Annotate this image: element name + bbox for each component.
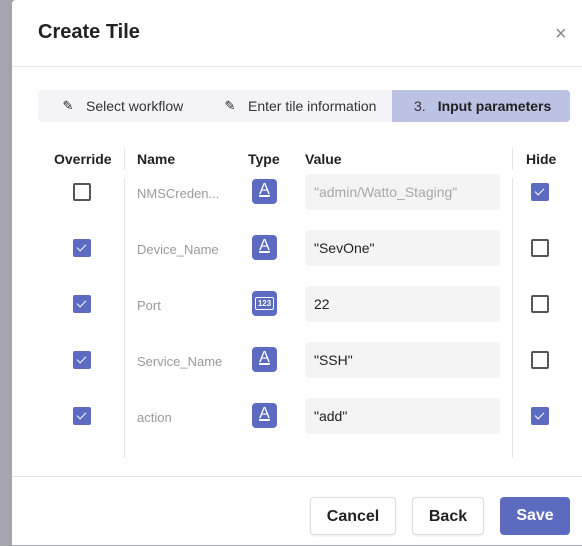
hide-checkbox[interactable] [531,351,549,369]
step-number: 3. [414,98,426,114]
create-tile-dialog: Create Tile × ✎ Select workflow ✎ Enter … [12,0,582,545]
divider [512,290,513,346]
stepper: ✎ Select workflow ✎ Enter tile informati… [38,90,570,122]
override-checkbox[interactable] [73,183,91,201]
type-badge: A [252,403,277,428]
cancel-button[interactable]: Cancel [310,497,396,535]
param-name: action [137,410,172,425]
type-badge: A [252,235,277,260]
dialog-footer: Cancel Back Save [12,476,582,546]
divider [124,346,125,402]
hide-checkbox[interactable] [531,183,549,201]
header-value: Value [305,151,342,167]
table-row: Port 123 22 [38,286,578,346]
divider [124,148,125,170]
value-input[interactable]: "SevOne" [305,230,500,266]
table-row: NMSCreden... A "admin/Watto_Staging" [38,174,578,234]
table-row: action A "add" [38,398,578,458]
header-hide: Hide [526,151,557,167]
param-name: Port [137,298,161,313]
header-type: Type [248,151,280,167]
type-badge: 123 [252,291,277,316]
save-button[interactable]: Save [500,497,570,535]
hide-checkbox[interactable] [531,239,549,257]
text-type-icon: A [259,181,270,198]
divider [512,346,513,402]
divider [512,402,513,458]
divider [124,402,125,458]
value-input[interactable]: "add" [305,398,500,434]
step-label: Select workflow [86,98,184,114]
dialog-title: Create Tile [38,21,140,43]
header-name: Name [137,151,176,167]
text-type-icon: A [259,237,270,254]
param-name: Device_Name [137,242,219,257]
value-input[interactable]: "SSH" [305,342,500,378]
step-label: Enter tile information [248,98,377,114]
hide-checkbox[interactable] [531,407,549,425]
pencil-icon: ✎ [224,98,236,113]
table-row: Device_Name A "SevOne" [38,230,578,290]
value-input[interactable]: 22 [305,286,500,322]
param-name: Service_Name [137,354,223,369]
table-header: Override Name Type Value Hide [38,140,578,178]
header-override: Override [54,151,112,167]
divider [124,234,125,290]
divider [512,178,513,234]
step-enter-tile-information[interactable]: ✎ Enter tile information [200,90,392,122]
hide-checkbox[interactable] [531,295,549,313]
override-checkbox[interactable] [73,295,91,313]
step-label: Input parameters [437,98,552,114]
table-row: Service_Name A "SSH" [38,342,578,402]
step-input-parameters[interactable]: 3. Input parameters [392,90,570,122]
divider [124,178,125,234]
override-checkbox[interactable] [73,351,91,369]
param-name: NMSCreden... [137,186,220,201]
step-select-workflow[interactable]: ✎ Select workflow [38,90,200,122]
override-checkbox[interactable] [73,407,91,425]
type-badge: A [252,179,277,204]
parameters-table: Override Name Type Value Hide NMSCreden.… [38,140,578,458]
number-type-icon: 123 [254,297,275,310]
override-checkbox[interactable] [73,239,91,257]
pencil-icon: ✎ [62,98,74,113]
type-badge: A [252,347,277,372]
divider [512,234,513,290]
text-type-icon: A [259,349,270,366]
dialog-header: Create Tile × [12,0,582,67]
back-button[interactable]: Back [412,497,484,535]
divider [512,148,513,170]
text-type-icon: A [259,405,270,422]
value-input: "admin/Watto_Staging" [305,174,500,210]
close-icon[interactable]: × [555,24,567,44]
divider [124,290,125,346]
